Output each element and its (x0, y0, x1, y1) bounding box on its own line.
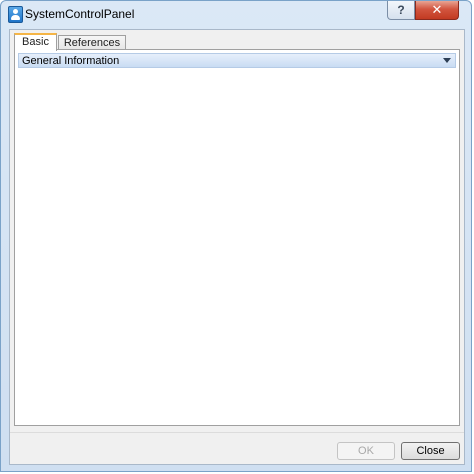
dialog-window: SystemControlPanel ? ✕ Basic References … (0, 0, 472, 472)
help-button[interactable]: ? (387, 1, 415, 20)
tab-panel-basic: General Information (14, 49, 460, 426)
window-close-button[interactable]: ✕ (415, 1, 459, 20)
close-button[interactable]: Close (401, 442, 460, 460)
section-title: General Information (22, 55, 120, 67)
app-user-icon (8, 6, 23, 23)
ok-button[interactable]: OK (337, 442, 395, 460)
window-title: SystemControlPanel (25, 7, 135, 21)
footer-divider (10, 432, 464, 433)
general-information-section-header[interactable]: General Information (18, 53, 456, 68)
tab-basic[interactable]: Basic (14, 33, 57, 51)
chevron-down-icon[interactable] (443, 58, 451, 63)
dialog-client-area: Basic References General Information OK … (9, 29, 465, 465)
title-bar[interactable]: SystemControlPanel ? ✕ (1, 1, 471, 27)
